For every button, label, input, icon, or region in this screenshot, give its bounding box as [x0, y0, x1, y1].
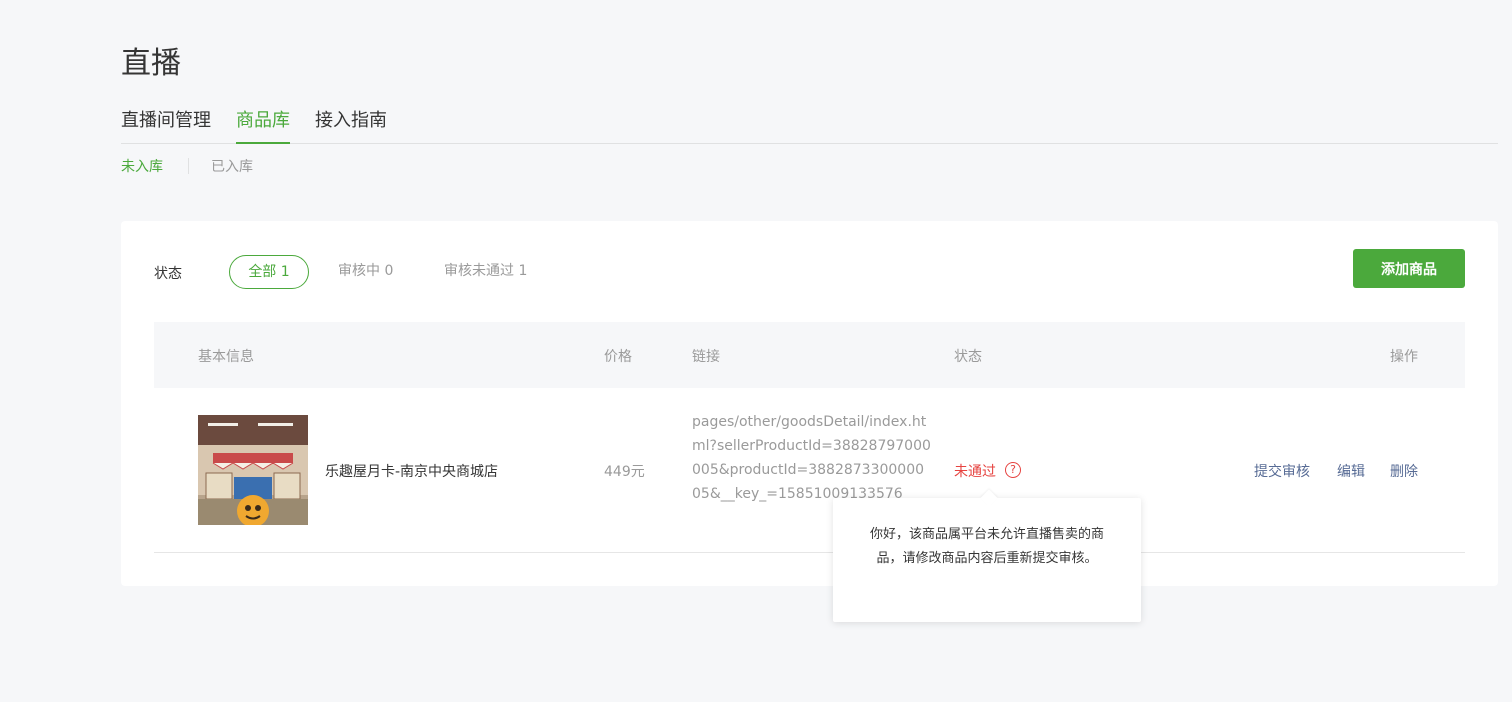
product-price: 449元 — [604, 464, 645, 480]
delete-button[interactable]: 删除 — [1390, 461, 1418, 481]
status-badge: 未通过 — [954, 464, 996, 480]
add-product-button[interactable]: 添加商品 — [1353, 249, 1465, 288]
status-filter-label: 状态 — [154, 266, 182, 282]
tab-access-guide[interactable]: 接入指南 — [315, 110, 387, 144]
product-image-icon — [198, 415, 308, 525]
main-tabs: 直播间管理 商品库 接入指南 — [121, 104, 1498, 144]
submit-review-button[interactable]: 提交审核 — [1254, 461, 1310, 481]
header-price: 价格 — [604, 349, 632, 365]
tab-product-library[interactable]: 商品库 — [236, 110, 290, 144]
header-basic-info: 基本信息 — [198, 349, 254, 365]
tooltip-text: 你好，该商品属平台未允许直播售卖的商品，请修改商品内容后重新提交审核。 — [869, 527, 1104, 566]
sub-tab-divider — [188, 158, 189, 174]
product-thumbnail — [198, 415, 308, 525]
table-row: 乐趣屋月卡-南京中央商城店 449元 pages/other/goodsDeta… — [154, 388, 1465, 553]
product-card: 状态 全部 1 审核中 0 审核未通过 1 添加商品 基本信息 价格 链接 状态… — [121, 221, 1498, 586]
filter-rejected[interactable]: 审核未通过 1 — [444, 255, 527, 289]
tab-live-room-management[interactable]: 直播间管理 — [121, 110, 211, 144]
sub-tab-stored[interactable]: 已入库 — [211, 156, 253, 176]
help-question-icon[interactable]: ? — [1005, 462, 1021, 478]
header-link: 链接 — [692, 349, 720, 365]
header-actions: 操作 — [1390, 349, 1418, 365]
product-link: pages/other/goodsDetail/index.html?selle… — [692, 414, 931, 502]
header-status: 状态 — [954, 349, 982, 365]
filter-reviewing[interactable]: 审核中 0 — [338, 255, 393, 289]
filter-all[interactable]: 全部 1 — [229, 255, 309, 289]
page-title: 直播 — [121, 46, 181, 81]
edit-button[interactable]: 编辑 — [1337, 461, 1365, 481]
rejection-tooltip: 你好，该商品属平台未允许直播售卖的商品，请修改商品内容后重新提交审核。 — [833, 489, 1141, 622]
table-header: 基本信息 价格 链接 状态 操作 — [154, 322, 1465, 388]
sub-tab-not-stored[interactable]: 未入库 — [121, 156, 163, 176]
product-name: 乐趣屋月卡-南京中央商城店 — [325, 464, 499, 480]
